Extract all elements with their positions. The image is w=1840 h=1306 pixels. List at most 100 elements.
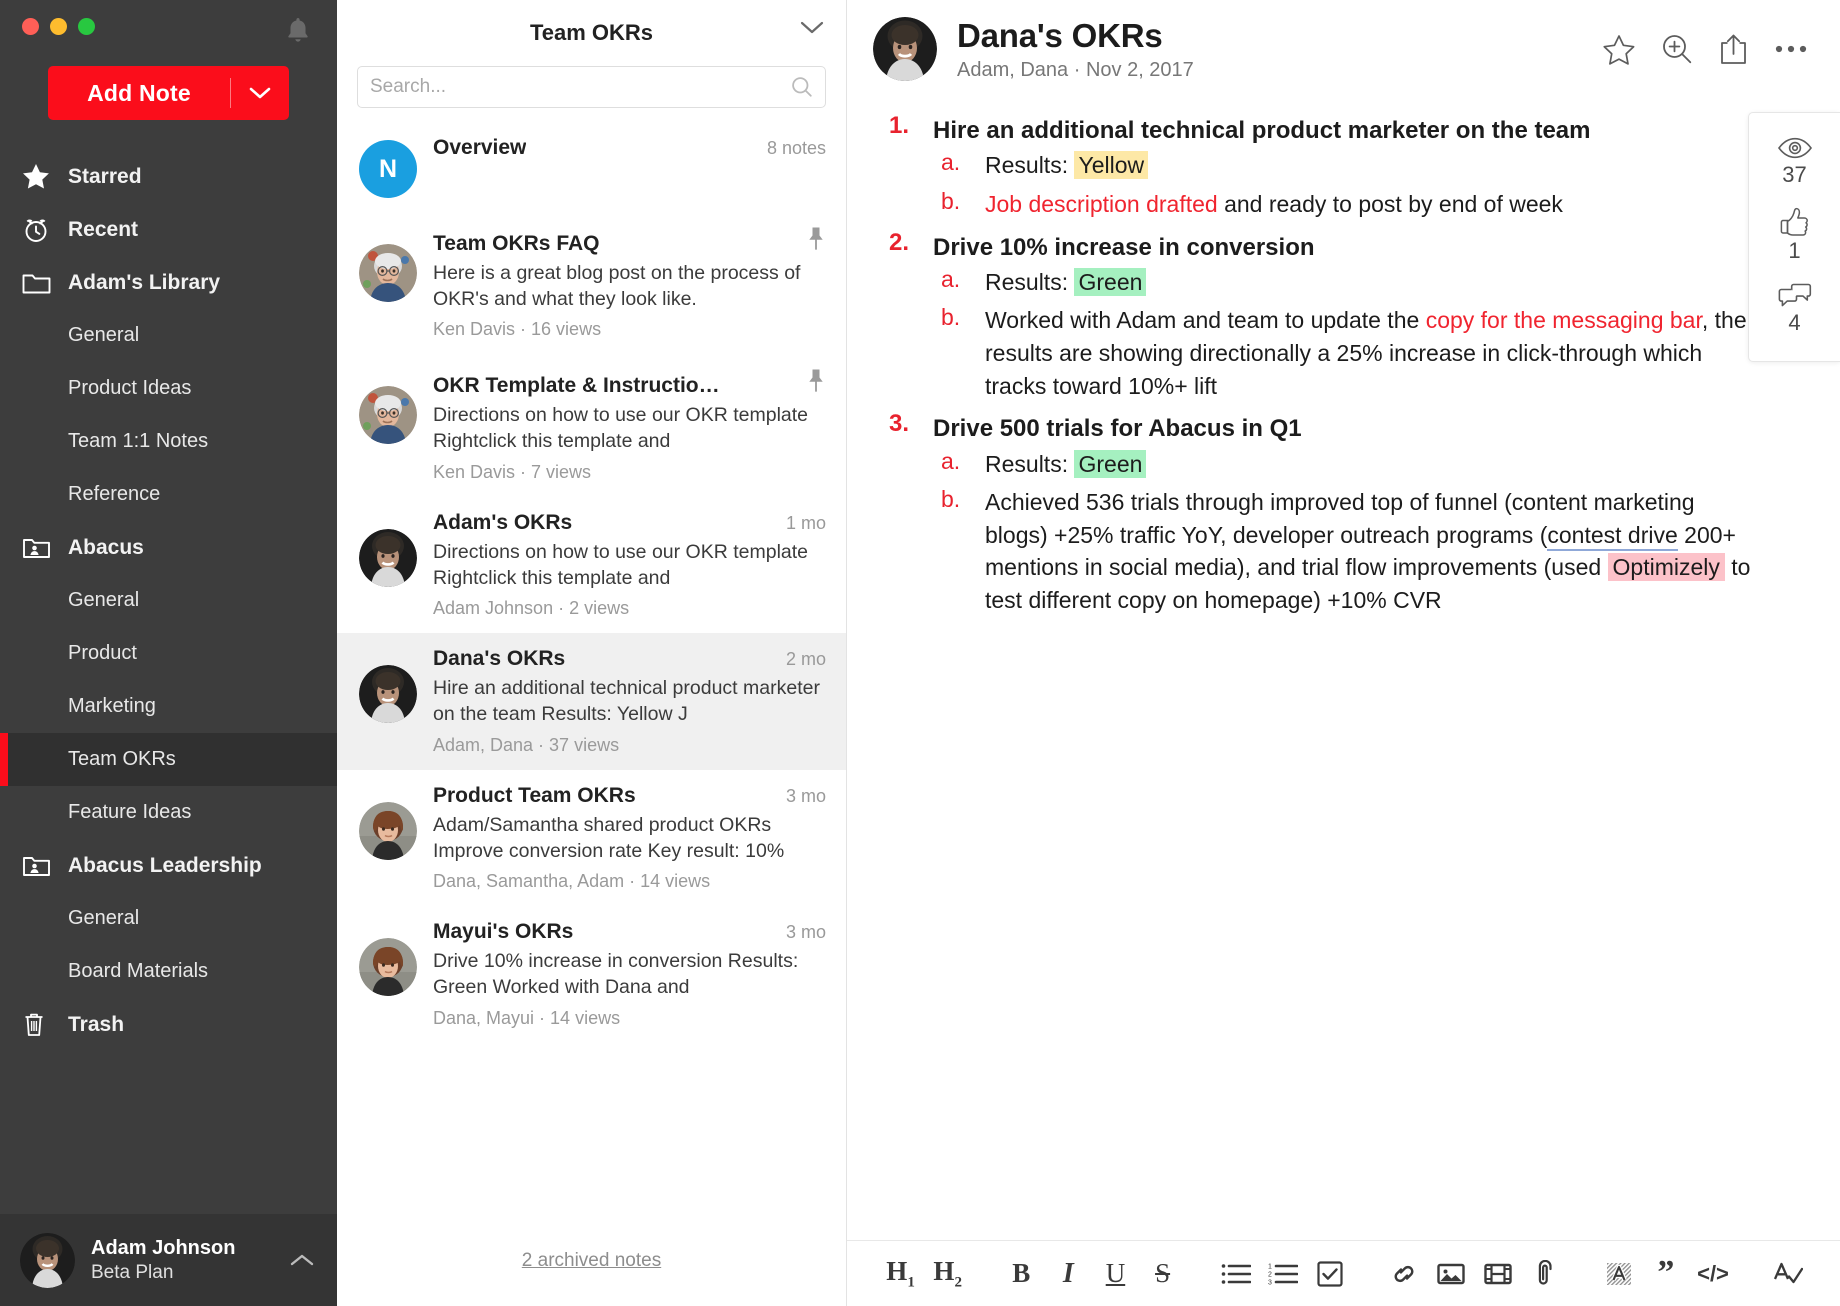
traffic-lights[interactable]: [22, 17, 95, 35]
key-result-item: Results: Green: [933, 448, 1754, 487]
numbered-list-button[interactable]: 123: [1260, 1249, 1307, 1299]
note-snippet: Here is a great blog post on the process…: [433, 262, 801, 310]
sidebar-item-abacus-marketing[interactable]: Marketing: [0, 680, 337, 733]
code-button[interactable]: </>: [1689, 1249, 1736, 1299]
sidebar-item-team-1-1-notes[interactable]: Team 1:1 Notes: [0, 415, 337, 468]
close-icon[interactable]: [22, 17, 39, 35]
kr-prefix: Worked with Adam and team to update the: [985, 307, 1426, 334]
list-item[interactable]: Dana's OKRs 2 mo Hire an additional tech…: [337, 633, 846, 770]
note-timestamp: 1 mo: [785, 512, 826, 533]
archived-notes-link[interactable]: 2 archived notes: [522, 1250, 661, 1271]
status-badge: Yellow: [1074, 151, 1149, 180]
spellcheck-button[interactable]: [1763, 1249, 1810, 1299]
checklist-button[interactable]: [1307, 1249, 1354, 1299]
user-account-bar[interactable]: Adam Johnson Beta Plan: [0, 1214, 337, 1306]
sidebar-item-trash[interactable]: Trash: [0, 998, 337, 1051]
bell-icon[interactable]: [285, 16, 311, 44]
sidebar-item-board-materials[interactable]: Board Materials: [0, 945, 337, 998]
image-button[interactable]: [1427, 1249, 1474, 1299]
likes-count: 1: [1788, 238, 1801, 263]
video-button[interactable]: [1475, 1249, 1522, 1299]
note-count: 8 notes: [766, 138, 826, 158]
strikethrough-button[interactable]: S: [1139, 1249, 1186, 1299]
sidebar-item-abacus-product[interactable]: Product: [0, 627, 337, 680]
more-icon[interactable]: [1774, 44, 1808, 54]
list-item-body: Product Team OKRs 3 mo Adam/Samantha sha…: [433, 784, 826, 892]
share-icon[interactable]: [1719, 33, 1748, 65]
note-badge: N: [359, 140, 417, 198]
comments-count: 4: [1788, 310, 1801, 335]
pin-icon[interactable]: [806, 368, 826, 393]
underline-button[interactable]: U: [1092, 1249, 1139, 1299]
key-results-list: Results: Green Achieved 536 trials throu…: [933, 448, 1754, 623]
list-item[interactable]: Product Team OKRs 3 mo Adam/Samantha sha…: [337, 770, 846, 906]
search-input[interactable]: [370, 76, 791, 98]
sidebar-item-abacus[interactable]: Abacus: [0, 521, 337, 574]
highlight-button[interactable]: [1595, 1249, 1642, 1299]
note-title: OKR Template & Instructio…: [433, 374, 720, 398]
sidebar-item-product-ideas[interactable]: Product Ideas: [0, 362, 337, 415]
thumbs-up-icon: [1779, 206, 1811, 236]
key-result-item: Worked with Adam and team to update the …: [933, 304, 1754, 408]
list-item[interactable]: Mayui's OKRs 3 mo Drive 10% increase in …: [337, 906, 846, 1042]
note-title-block: Dana's OKRs Adam, Dana · Nov 2, 2017: [957, 17, 1583, 82]
list-item[interactable]: N Overview 8 notes: [337, 122, 846, 212]
note-title: Product Team OKRs: [433, 783, 636, 807]
likes-stat[interactable]: 1: [1779, 199, 1811, 271]
quote-button[interactable]: ”: [1642, 1249, 1689, 1299]
chevron-down-icon[interactable]: [800, 20, 824, 35]
note-snippet: Drive 10% increase in conversion Results…: [433, 950, 799, 999]
minimize-icon[interactable]: [50, 17, 67, 35]
sidebar-item-starred[interactable]: Starred: [0, 150, 337, 203]
inline-link[interactable]: Job description drafted: [985, 191, 1218, 217]
list-item-body: Team OKRs FAQ Here is a great blog post …: [433, 226, 826, 340]
kr-prefix: Results:: [985, 152, 1075, 179]
zoom-in-icon[interactable]: [1661, 33, 1693, 65]
list-item[interactable]: OKR Template & Instructio… Directions on…: [337, 354, 846, 496]
inline-underlined-text[interactable]: contest drive: [1547, 521, 1678, 551]
comments-icon: [1777, 282, 1813, 308]
note-byline: Dana, Mayui · 14 views: [433, 1007, 621, 1028]
heading-2-button[interactable]: H2: [924, 1249, 971, 1299]
chevron-up-icon[interactable]: [289, 1252, 317, 1268]
note-byline: Adam, Dana · 37 views: [433, 734, 620, 755]
sidebar-item-reference[interactable]: Reference: [0, 468, 337, 521]
add-note-button[interactable]: Add Note: [48, 66, 289, 120]
attachment-button[interactable]: [1522, 1249, 1569, 1299]
views-stat[interactable]: 37: [1777, 129, 1813, 195]
italic-button[interactable]: I: [1045, 1249, 1092, 1299]
sidebar-item-label: Adam's Library: [68, 270, 221, 294]
list-item[interactable]: Adam's OKRs 1 mo Directions on how to us…: [337, 497, 846, 633]
list-item[interactable]: Team OKRs FAQ Here is a great blog post …: [337, 212, 846, 354]
comments-stat[interactable]: 4: [1777, 275, 1813, 343]
key-result-item: Results: Green: [933, 266, 1754, 305]
sidebar-item-abacus-leadership[interactable]: Abacus Leadership: [0, 839, 337, 892]
sidebar-item-leadership-general[interactable]: General: [0, 892, 337, 945]
search-box[interactable]: [357, 66, 826, 108]
link-button[interactable]: [1380, 1249, 1427, 1299]
bulleted-list-button[interactable]: [1213, 1249, 1260, 1299]
sidebar-item-abacus-general[interactable]: General: [0, 574, 337, 627]
sidebar-item-recent[interactable]: Recent: [0, 203, 337, 256]
bold-button[interactable]: B: [998, 1249, 1045, 1299]
sidebar-item-team-okrs[interactable]: Team OKRs: [0, 733, 337, 786]
heading-1-button[interactable]: H1: [877, 1249, 924, 1299]
inline-link[interactable]: copy for the messaging bar: [1426, 307, 1702, 333]
sidebar-item-label: Feature Ideas: [68, 801, 192, 823]
pin-icon[interactable]: [806, 226, 826, 250]
note-content[interactable]: Hire an additional technical product mar…: [847, 98, 1840, 1240]
sidebar-item-feature-ideas[interactable]: Feature Ideas: [0, 786, 337, 839]
sidebar-item-label: Marketing: [68, 695, 156, 717]
avatar: [359, 386, 417, 445]
sidebar-item-general[interactable]: General: [0, 309, 337, 362]
list-item-body: OKR Template & Instructio… Directions on…: [433, 368, 826, 482]
star-icon[interactable]: [1603, 34, 1635, 65]
avatar: [873, 17, 937, 81]
note-view-panel: Dana's OKRs Adam, Dana · Nov 2, 2017 Hir…: [847, 0, 1840, 1306]
search-icon[interactable]: [791, 76, 813, 98]
chevron-down-icon[interactable]: [231, 66, 289, 120]
maximize-icon[interactable]: [78, 17, 95, 35]
objective-item: Drive 500 trials for Abacus in Q1 Result…: [881, 410, 1754, 622]
sidebar-item-adams-library[interactable]: Adam's Library: [0, 256, 337, 309]
note-byline: Ken Davis · 7 views: [433, 461, 592, 482]
